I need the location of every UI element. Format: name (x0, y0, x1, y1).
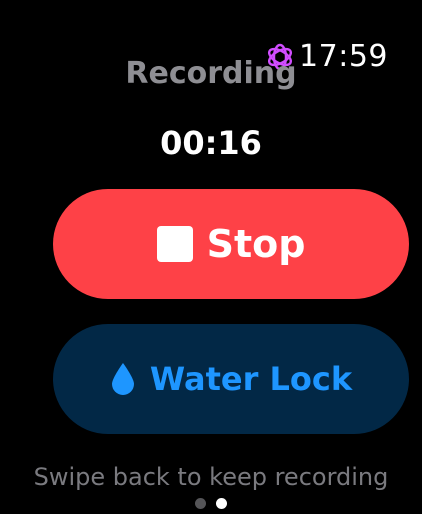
stop-button-label: Stop (206, 222, 306, 266)
page-indicator[interactable] (0, 498, 422, 509)
swipe-hint: Swipe back to keep recording (33, 463, 389, 491)
screen-title: Recording (125, 56, 297, 91)
elapsed-time: 00:16 (160, 124, 262, 162)
water-lock-button[interactable]: Water Lock (53, 324, 409, 434)
stop-button[interactable]: Stop (53, 189, 409, 299)
stop-square-icon (156, 226, 193, 262)
page-dot-1[interactable] (195, 498, 206, 509)
water-drop-icon (110, 362, 136, 396)
water-lock-label: Water Lock (149, 360, 353, 398)
page-dot-2[interactable] (216, 498, 227, 509)
